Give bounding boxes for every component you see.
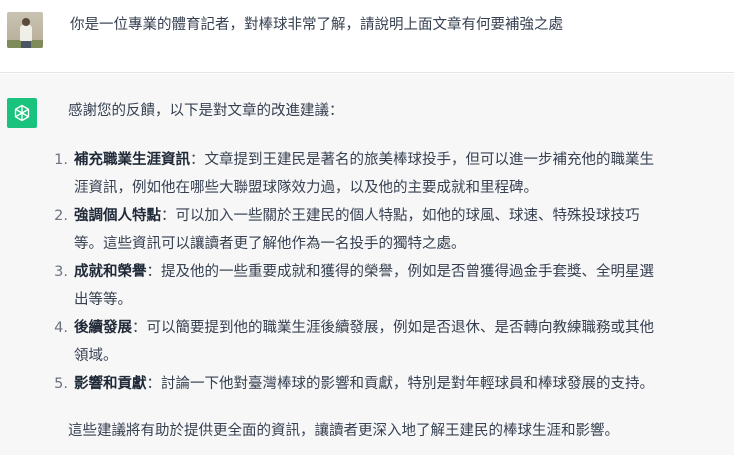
list-item-text: 領域。	[74, 348, 118, 364]
list-item-number: 2.	[54, 208, 68, 224]
user-avatar	[7, 12, 43, 48]
list-item-number: 3.	[54, 264, 68, 280]
list-item-number: 4.	[54, 320, 68, 336]
list-item-text: ：提及他的一些重要成就和獲得的榮譽，例如是否曾獲得過金手套獎、全明星選	[146, 264, 655, 280]
list-item-title: 後續發展	[74, 320, 132, 336]
list-item: 5. 影響和貢獻：討論一下他對臺灣棒球的影響和貢獻，特別是對年輕球員和棒球發展的…	[48, 370, 718, 398]
list-item-text: 等。這些資訊可以讓讀者更了解他作為一名投手的獨特之處。	[74, 236, 466, 252]
list-item-title: 強調個人特點	[74, 208, 161, 224]
list-item-text: ：文章提到王建民是著名的旅美棒球投手，但可以進一步補充他的職業生	[190, 152, 654, 168]
list-item-number: 5.	[54, 376, 68, 392]
list-item: 3. 成就和榮譽：提及他的一些重要成就和獲得的榮譽，例如是否曾獲得過金手套獎、全…	[48, 258, 718, 314]
list-item-title: 補充職業生涯資訊	[74, 152, 190, 168]
list-item-text: ：可以加入一些關於王建民的個人特點，如他的球風、球速、特殊投球技巧	[161, 208, 640, 224]
list-item: 1. 補充職業生涯資訊：文章提到王建民是著名的旅美棒球投手，但可以進一步補充他的…	[48, 146, 718, 202]
list-item-title: 影響和貢獻	[74, 376, 147, 392]
list-item: 2. 強調個人特點：可以加入一些關於王建民的個人特點，如他的球風、球速、特殊投球…	[48, 202, 718, 258]
openai-logo-icon	[7, 98, 37, 128]
list-item-text: ：可以簡要提到他的職業生涯後續發展，例如是否退休、是否轉向教練職務或其他	[132, 320, 654, 336]
assistant-outro-text: 這些建議將有助於提供更全面的資訊，讓讀者更深入地了解王建民的棒球生涯和影響。	[68, 423, 619, 439]
list-item: 4. 後續發展：可以簡要提到他的職業生涯後續發展，例如是否退休、是否轉向教練職務…	[48, 314, 718, 370]
list-item-text: 涯資訊，例如他在哪些大聯盟球隊效力過，以及他的主要成就和里程碑。	[74, 180, 538, 196]
list-item-text: ：討論一下他對臺灣棒球的影響和貢獻，特別是對年輕球員和棒球發展的支持。	[146, 376, 655, 392]
user-message-text: 你是一位專業的體育記者，對棒球非常了解，請說明上面文章有何要補強之處	[70, 17, 563, 33]
assistant-intro-text: 感謝您的反饋，以下是對文章的改進建議：	[68, 103, 344, 119]
list-item-number: 1.	[54, 152, 68, 168]
list-item-title: 成就和榮譽	[74, 264, 147, 280]
user-message-row: 你是一位專業的體育記者，對棒球非常了解，請說明上面文章有何要補強之處	[0, 0, 734, 73]
suggestion-list: 1. 補充職業生涯資訊：文章提到王建民是著名的旅美棒球投手，但可以進一步補充他的…	[48, 146, 718, 398]
list-item-text: 出等等。	[74, 292, 132, 308]
assistant-message-row: 感謝您的反饋，以下是對文章的改進建議： 1. 補充職業生涯資訊：文章提到王建民是…	[0, 74, 734, 455]
